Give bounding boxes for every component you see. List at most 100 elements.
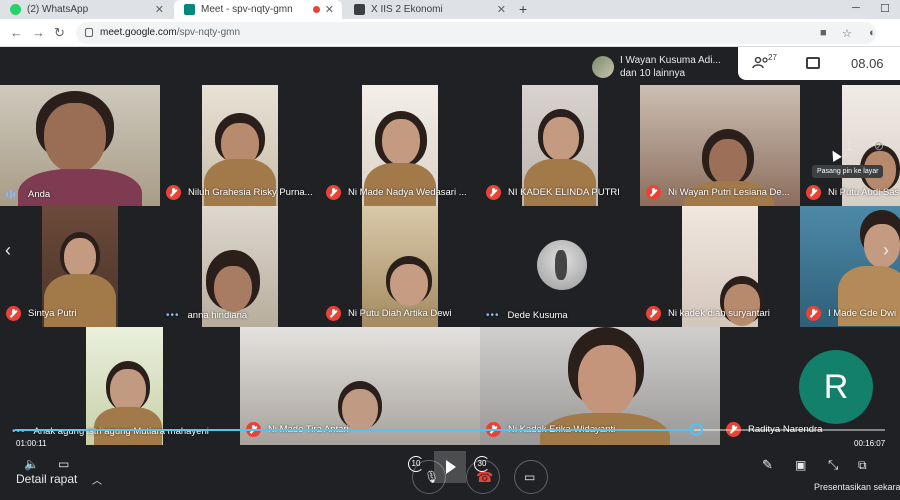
pencil-icon[interactable]: ✎ [762, 457, 773, 473]
presenter-name: I Wayan Kusuma Adi... [620, 55, 721, 66]
forward-arrow-icon[interactable]: → [32, 25, 45, 40]
tab-whatsapp[interactable]: (2) WhatsApp ✕ [0, 0, 172, 19]
participant-tile[interactable]: Ni Kadek Erika Widayanti [480, 327, 720, 445]
participant-label: Anda [0, 188, 50, 200]
participant-name: anna hindiana [188, 310, 248, 321]
close-icon[interactable]: ✕ [325, 3, 334, 16]
participant-tile[interactable]: Ni kadek diah suryantari [640, 206, 800, 327]
back-arrow-icon[interactable]: ← [10, 25, 23, 40]
participant-name: NI KADEK ELINDA PUTRI [508, 187, 620, 198]
participant-tile[interactable]: ••• Anak agung istri agung Mutiara mahay… [0, 327, 240, 445]
participant-tile[interactable]: Ni Putu Diah Artika Dewi [320, 206, 480, 327]
pin-tooltip: Pasang pin ke layar [812, 165, 883, 178]
present-now-label[interactable]: Presentasikan sekarang [814, 482, 900, 492]
participant-label: NI KADEK ELINDA PUTRI [480, 185, 620, 200]
present-screen-icon[interactable]: ⧉ [858, 458, 867, 473]
video-progress-fill [15, 429, 694, 431]
tab-title: X IIS 2 Ekonomi [371, 4, 443, 15]
participant-name: Niluh Grahesia Risky Purna... [188, 187, 313, 198]
address-bar[interactable]: meet.google.com/spv-nqty-gmn ■ ☆ ◐ [76, 22, 876, 44]
close-icon[interactable]: ✕ [497, 3, 506, 16]
new-tab-button[interactable]: + [519, 1, 527, 17]
progress-handle[interactable] [690, 423, 703, 436]
rewind-icon: 10 [408, 456, 424, 472]
classroom-icon [354, 4, 365, 15]
browser-tab-strip: (2) WhatsApp ✕ Meet - spv-nqty-gmn ✕ X I… [0, 0, 900, 19]
reload-icon[interactable]: ↻ [54, 25, 65, 41]
participant-avatar: R [799, 350, 873, 424]
mic-off-icon [806, 185, 821, 200]
more-options-icon[interactable]: ••• [12, 426, 26, 437]
more-options-icon[interactable]: ••• [486, 310, 500, 321]
mic-off-icon [6, 306, 21, 321]
next-page-arrow-icon[interactable]: › [883, 240, 889, 261]
participant-label: Niluh Grahesia Risky Purna... [160, 185, 313, 200]
captions-icon[interactable]: ▭ [58, 457, 69, 471]
participant-label: Ni Wayan Putri Lesiana De... [640, 185, 790, 200]
video-camera-icon: ▭ [524, 470, 535, 484]
tab-title: (2) WhatsApp [27, 4, 88, 15]
participant-tile[interactable]: Niluh Grahesia Risky Purna... [160, 85, 320, 206]
participant-label: I Made Gde Dwi [800, 306, 896, 321]
collapse-icon[interactable]: ⤡ [828, 457, 838, 473]
video-progress-bar[interactable] [15, 429, 885, 431]
chevron-up-icon[interactable]: ︿ [92, 472, 102, 487]
mic-off-icon [806, 306, 821, 321]
meeting-clock: 08.06 [851, 56, 884, 71]
participant-name: Sintya Putri [28, 308, 77, 319]
pin-controls: ⊥ ⊘ [836, 136, 898, 158]
participant-name: Anak agung istri agung Mutiara mahayeni [34, 426, 209, 437]
url-text: meet.google.com/spv-nqty-gmn [100, 27, 240, 38]
previous-page-arrow-icon[interactable]: ‹ [5, 240, 11, 261]
extension-icon[interactable]: ◐ [869, 27, 876, 39]
rewind-button[interactable]: 10 [408, 456, 424, 472]
participant-tile[interactable]: Ni Made Tira Antari [240, 327, 480, 445]
camera-icon[interactable]: ■ [820, 27, 827, 39]
maximize-icon[interactable]: ☐ [880, 2, 890, 15]
pin-icon[interactable]: ⊥ [844, 139, 854, 153]
participant-name: Ni Putu Diah Artika Dewi [348, 308, 451, 319]
forward-button[interactable]: 30 [474, 456, 490, 472]
presenter-card[interactable]: I Wayan Kusuma Adi... dan 10 lainnya [586, 50, 736, 82]
participant-tile[interactable]: Sintya Putri [0, 206, 160, 327]
participant-tile[interactable]: NI KADEK ELINDA PUTRI [480, 85, 640, 206]
minimize-icon[interactable]: ─ [852, 2, 860, 14]
close-icon[interactable]: ✕ [155, 3, 164, 16]
participant-name: I Made Gde Dwi [828, 308, 896, 319]
volume-icon[interactable]: 🔈 [24, 457, 39, 471]
mic-off-icon [166, 185, 181, 200]
more-options-icon[interactable]: ••• [166, 310, 180, 321]
browser-toolbar: ← → ↻ meet.google.com/spv-nqty-gmn ■ ☆ ◐ [0, 19, 900, 47]
participant-avatar [537, 240, 587, 290]
star-icon[interactable]: ☆ [842, 27, 852, 40]
participant-label: ••• anna hindiana [160, 310, 247, 321]
meeting-details-button[interactable]: Detail rapat [16, 472, 77, 486]
participant-tile[interactable]: Ni Wayan Putri Lesiana De... [640, 85, 800, 206]
mic-off-icon [326, 306, 341, 321]
mic-off-icon [646, 306, 661, 321]
recording-dot-icon [313, 6, 320, 13]
chat-icon[interactable] [806, 57, 820, 69]
whatsapp-icon [10, 4, 21, 15]
meet-icon [184, 4, 195, 15]
meet-header: I Wayan Kusuma Adi... dan 10 lainnya 27 … [0, 47, 900, 85]
participant-label: Sintya Putri [0, 306, 77, 321]
play-button[interactable] [434, 451, 466, 483]
participant-label: Ni kadek diah suryantari [640, 306, 770, 321]
participant-label: Ni Putu Audi Sas [800, 185, 899, 200]
participant-tile[interactable]: ••• anna hindiana [160, 206, 320, 327]
participant-tile[interactable]: Ni Made Nadya Wedasari ... [320, 85, 480, 206]
participant-tile[interactable]: Anda [0, 85, 160, 206]
tab-title: Meet - spv-nqty-gmn [201, 4, 293, 15]
participant-tile[interactable]: I Made Gde Dwi [800, 206, 900, 327]
mic-off-icon [326, 185, 341, 200]
picture-in-picture-icon[interactable]: ▣ [795, 458, 806, 472]
tab-meet[interactable]: Meet - spv-nqty-gmn ✕ [174, 0, 342, 19]
participant-label: Ni Putu Diah Artika Dewi [320, 306, 451, 321]
participant-name: Ni Putu Audi Sas [828, 187, 899, 198]
people-count: 27 [768, 53, 777, 62]
mute-mic-icon[interactable]: ⊘ [874, 139, 884, 153]
tab-classroom[interactable]: X IIS 2 Ekonomi ✕ [344, 0, 514, 19]
participant-name: Ni Wayan Putri Lesiana De... [668, 187, 790, 198]
presenter-others: dan 10 lainnya [620, 68, 685, 79]
